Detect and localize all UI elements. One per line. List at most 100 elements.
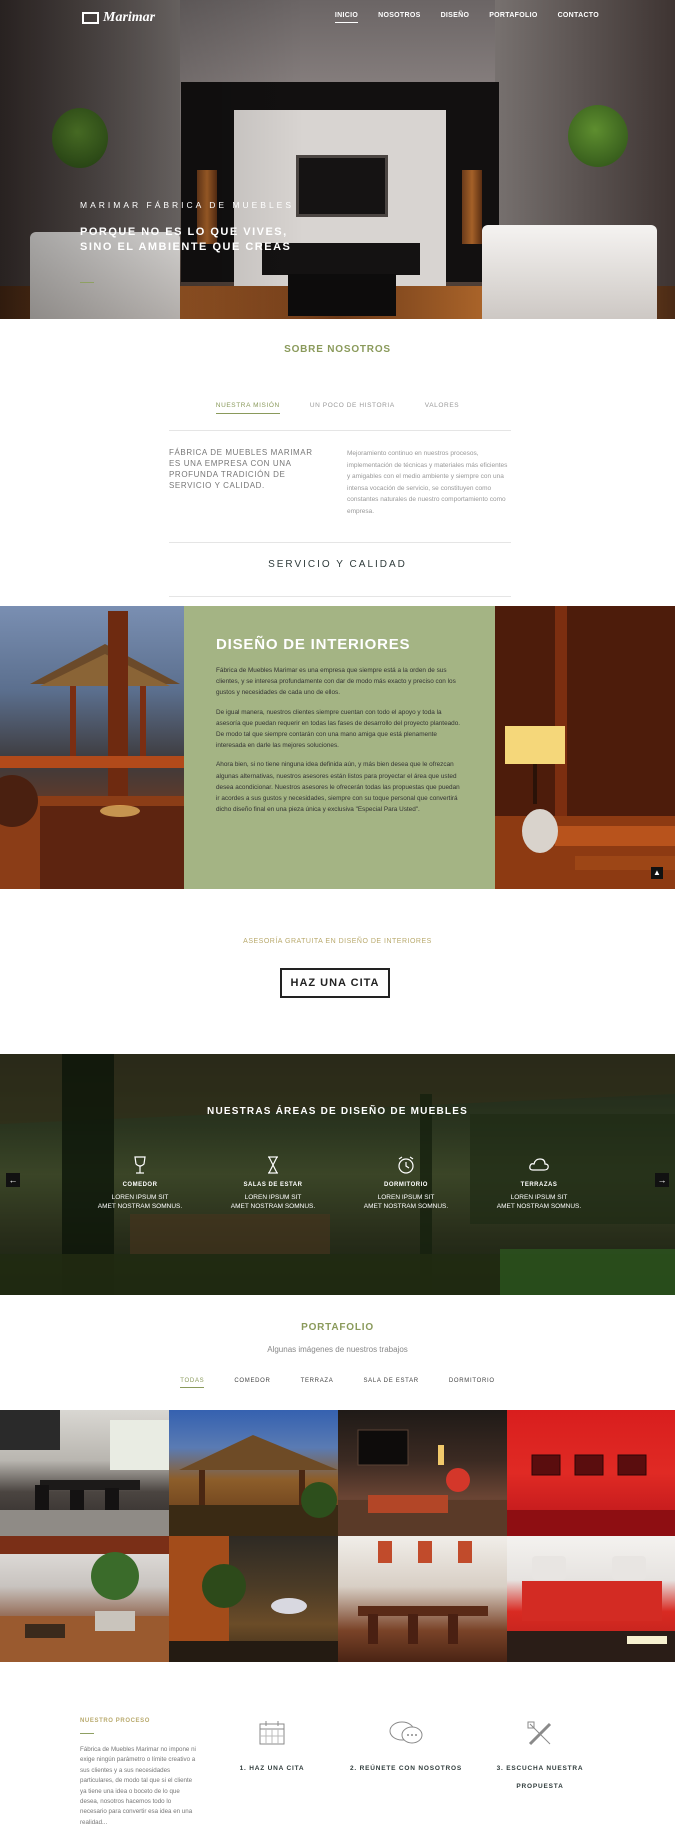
areas-section: NUESTRAS ÁREAS DE DISEÑO DE MUEBLES COME… [0,1054,675,1295]
hero-title-line1: PORQUE NO ES LO QUE VIVES, [80,226,288,238]
filter-sala-de-estar[interactable]: SALA DE ESTAR [363,1378,418,1388]
portfolio-item-comedor-2[interactable] [338,1536,507,1662]
portfolio-item-comedor-1[interactable] [0,1410,169,1536]
interior-p1: Fábrica de Muebles Marimar es una empres… [216,667,456,697]
cloud-icon [529,1158,549,1171]
portfolio-item-terraza-1[interactable] [169,1410,338,1536]
living-room-image [338,1429,507,1536]
patio-image [0,1536,169,1662]
hero-title-line2: SINO EL AMBIENTE QUE CREAS [80,241,292,253]
area-text-line2: AMET NOSTRAM SOMNUS. [230,1203,316,1210]
lamp-illustration [495,606,675,889]
gazebo-illustration [0,611,184,889]
portfolio-item-terraza-2[interactable] [0,1536,169,1662]
pencil-ruler-icon [527,1721,552,1746]
about-divider-bottom [169,542,511,543]
step-label: 1. HAZ UNA CITA [239,1765,305,1772]
nav-contacto[interactable]: CONTACTO [558,12,599,23]
logo-icon [82,12,99,24]
about-title: SOBRE NOSOTROS [284,344,391,355]
hero-section: Marimar INICIO NOSOTROS DISEÑO PORTAFOLI… [0,0,675,319]
nav-inicio[interactable]: INICIO [334,12,359,23]
about-tabs: NUESTRA MISIÓN UN POCO DE HISTORIA VALOR… [0,402,675,414]
dining-room-image [0,1410,169,1536]
filter-dormitorio[interactable]: DORMITORIO [449,1378,495,1388]
filter-comedor[interactable]: COMEDOR [234,1378,270,1388]
process-divider [80,1733,94,1734]
areas-title: NUESTRAS ÁREAS DE DISEÑO DE MUEBLES [207,1106,468,1117]
service-heading: SERVICIO Y CALIDAD [268,559,407,570]
area-text-line1: LOREN IPSUM SIT [377,1194,435,1201]
area-dormitorio[interactable]: DORMITORIO LOREN IPSUM SIT AMET NOSTRAM … [356,1154,456,1211]
portfolio-filters: TODAS COMEDOR TERRAZA SALA DE ESTAR DORM… [0,1378,675,1388]
logo[interactable]: Marimar [82,10,155,26]
process-step-2: 2. REÚNETE CON NOSOTROS [346,1719,466,1775]
garden-image [169,1536,338,1662]
hero-overlay [0,0,675,319]
process-text: Fábrica de Muebles Marimar no impone ni … [80,1746,196,1826]
step-label: 2. REÚNETE CON NOSOTROS [350,1765,462,1772]
area-text-line2: AMET NOSTRAM SOMNUS. [97,1203,183,1210]
mission-heading: FÁBRICA DE MUEBLES MARIMAR ES UNA EMPRES… [169,448,313,490]
scroll-top-icon[interactable]: ▲ [651,867,663,879]
hero-divider [80,282,94,283]
portfolio-item-sala-1[interactable] [338,1410,507,1536]
area-terrazas[interactable]: TERRAZAS LOREN IPSUM SIT AMET NOSTRAM SO… [489,1154,589,1211]
portfolio-subtitle: Algunas imágenes de nuestros trabajos [267,1345,408,1354]
portfolio-item-terraza-3[interactable] [169,1536,338,1662]
filter-terraza[interactable]: TERRAZA [301,1378,334,1388]
terrace-image [169,1435,338,1536]
nav-diseno[interactable]: DISEÑO [441,12,470,23]
interior-title: DISEÑO DE INTERIORES [216,636,411,653]
area-text-line2: AMET NOSTRAM SOMNUS. [496,1203,582,1210]
tab-historia[interactable]: UN POCO DE HISTORIA [310,402,395,414]
interior-p3: Ahora bien, si no tiene ninguna idea def… [216,761,460,814]
carousel-next-button[interactable]: → [655,1173,669,1187]
haz-una-cita-button[interactable]: HAZ UNA CITA [280,968,390,998]
area-text-line1: LOREN IPSUM SIT [244,1194,302,1201]
step-label: 3. ESCUCHA NUESTRA PROPUESTA [496,1765,584,1790]
nav-nosotros[interactable]: NOSOTROS [378,12,420,23]
main-nav: INICIO NOSOTROS DISEÑO PORTAFOLIO CONTAC… [334,12,599,23]
area-label: COMEDOR [122,1182,158,1188]
interior-text-box: DISEÑO DE INTERIORES Fábrica de Muebles … [184,606,495,889]
interior-section: DISEÑO DE INTERIORES Fábrica de Muebles … [0,606,675,889]
logo-text: Marimar [103,10,156,25]
portfolio-title: PORTAFOLIO [301,1322,374,1333]
interior-image-right: ▲ [495,606,675,889]
process-step-1: 1. HAZ UNA CITA [212,1719,332,1775]
hourglass-icon [268,1156,278,1174]
process-step-3: 3. ESCUCHA NUESTRA PROPUESTA [480,1719,600,1793]
tab-valores[interactable]: VALORES [425,402,459,414]
carousel-prev-button[interactable]: ← [6,1173,20,1187]
process-title: NUESTRO PROCESO [80,1718,151,1724]
portfolio-grid [0,1410,675,1662]
area-label: TERRAZAS [520,1182,558,1188]
hero-subtitle: MARIMAR FÁBRICA DE MUEBLES [80,200,295,210]
hero-title: PORQUE NO ES LO QUE VIVES, SINO EL AMBIE… [80,225,340,255]
area-salas[interactable]: SALAS DE ESTAR LOREN IPSUM SIT AMET NOST… [223,1154,323,1211]
portfolio-item-dormitorio-1[interactable] [507,1410,675,1536]
area-label: DORMITORIO [384,1182,428,1188]
cita-subtitle: ASESORÍA GRATUITA EN DISEÑO DE INTERIORE… [243,938,432,945]
mission-text: Mejoramiento continuo en nuestros proces… [347,450,508,515]
area-text-line2: AMET NOSTRAM SOMNUS. [363,1203,449,1210]
wine-glass-icon [134,1156,146,1174]
bedroom-image [507,1556,675,1662]
filter-todas[interactable]: TODAS [180,1378,205,1388]
portfolio-item-dormitorio-2[interactable] [507,1536,675,1662]
chat-bubbles-icon [389,1721,423,1744]
alarm-clock-icon [398,1156,414,1174]
area-text-line1: LOREN IPSUM SIT [111,1194,169,1201]
area-comedor[interactable]: COMEDOR LOREN IPSUM SIT AMET NOSTRAM SOM… [90,1154,190,1211]
area-text-line1: LOREN IPSUM SIT [510,1194,568,1201]
calendar-icon [259,1721,285,1745]
interior-p2: De igual manera, nuestros clientes siemp… [216,708,461,750]
tab-mision[interactable]: NUESTRA MISIÓN [215,402,280,414]
nav-portafolio[interactable]: PORTAFOLIO [489,12,537,23]
service-divider [169,596,511,597]
about-divider-top [169,430,511,431]
dining-table-image [358,1541,488,1644]
red-room-image [507,1454,675,1536]
area-label: SALAS DE ESTAR [243,1182,303,1188]
